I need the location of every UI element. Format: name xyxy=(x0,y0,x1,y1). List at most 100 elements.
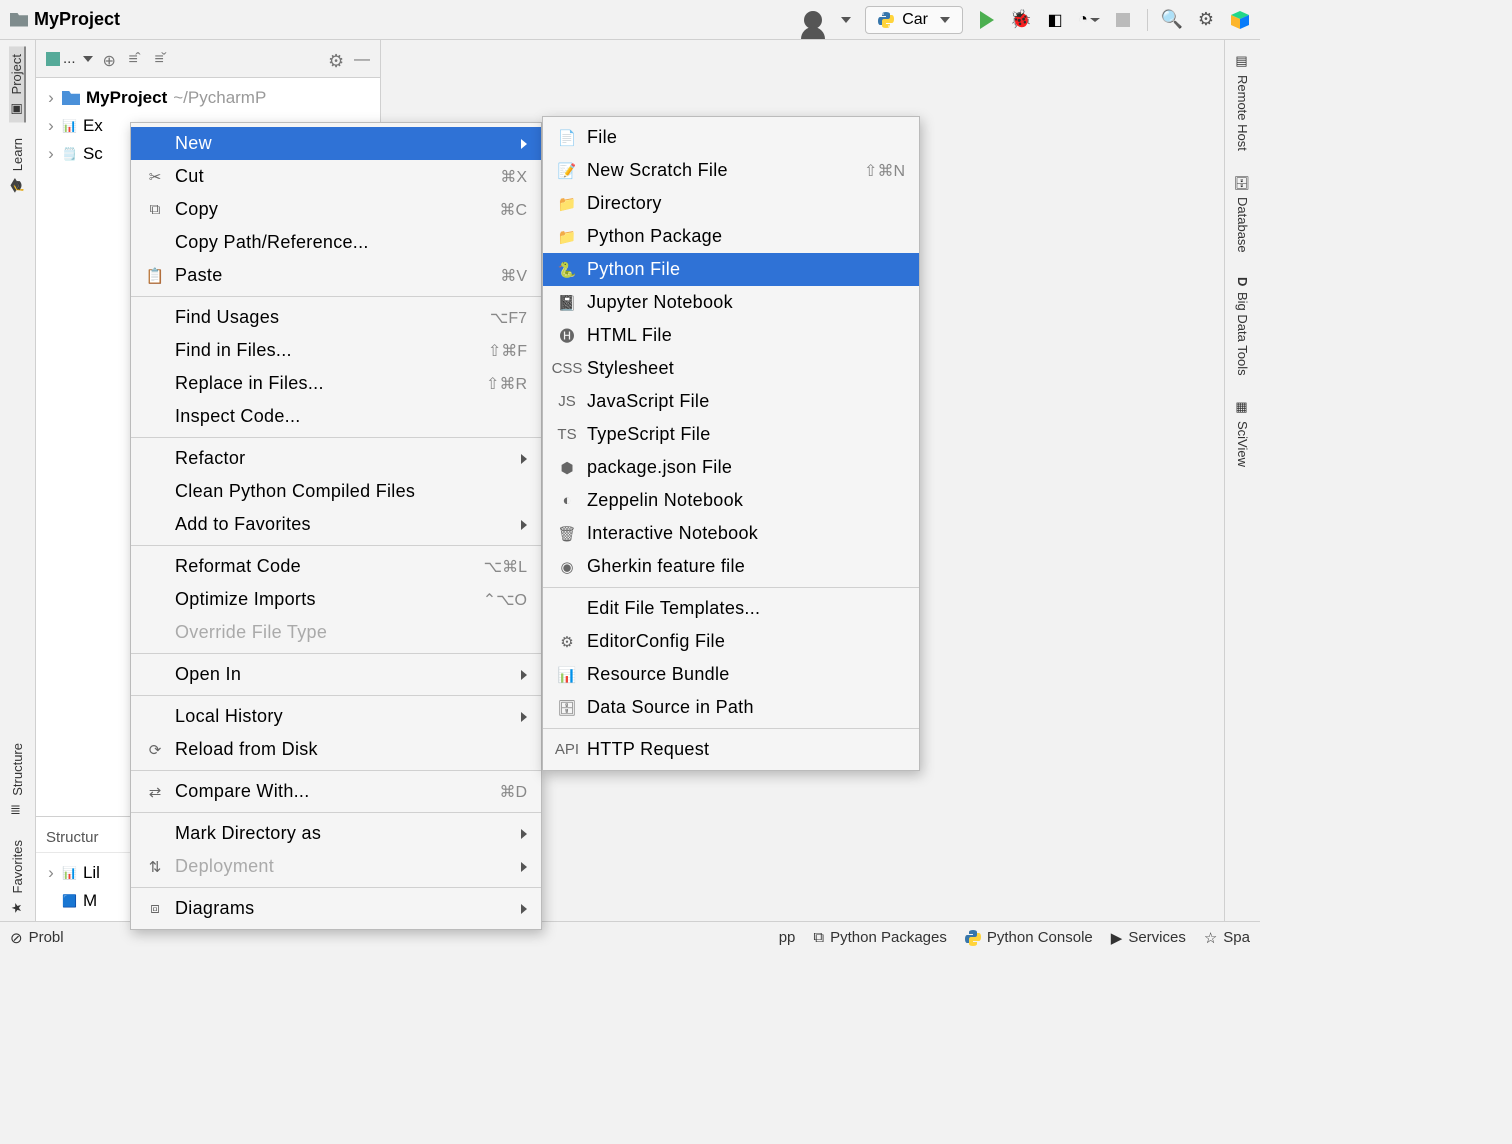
menu-item-refactor[interactable]: Refactor xyxy=(131,442,541,475)
tab-remote-host[interactable]: ▤Remote Host xyxy=(1235,46,1250,159)
run-button[interactable] xyxy=(977,10,997,30)
menu-item-optimize-imports[interactable]: Optimize Imports⌃⌥O xyxy=(131,583,541,616)
menu-item-zeppelin-notebook[interactable]: ◐Zeppelin Notebook xyxy=(543,484,919,517)
tab-sciview[interactable]: ▦SciView xyxy=(1235,392,1250,475)
run-config-name: Car xyxy=(902,11,928,29)
tab-favorites[interactable]: ★Favorites xyxy=(10,832,25,921)
menu-item-new-scratch-file[interactable]: 📝New Scratch File⇧⌘N xyxy=(543,154,919,187)
tab-learn[interactable]: 🎓Learn xyxy=(10,130,25,199)
menu-item-inspect-code[interactable]: Inspect Code... xyxy=(131,400,541,433)
breadcrumb[interactable]: MyProject xyxy=(10,9,120,30)
panel-gear-icon[interactable]: ⚙ xyxy=(328,51,344,67)
blank-icon xyxy=(145,449,165,469)
blank-icon xyxy=(145,134,165,154)
search-everywhere-button[interactable]: 🔍 xyxy=(1162,10,1182,30)
menu-item-resource-bundle[interactable]: 📊Resource Bundle xyxy=(543,658,919,691)
menu-item-python-file[interactable]: 🐍Python File xyxy=(543,253,919,286)
stop-button[interactable] xyxy=(1113,10,1133,30)
coverage-button[interactable]: ◧ xyxy=(1045,10,1065,30)
menu-item-edit-file-templates[interactable]: Edit File Templates... xyxy=(543,592,919,625)
menu-item-jupyter-notebook[interactable]: 📓Jupyter Notebook xyxy=(543,286,919,319)
collapse-all-icon[interactable]: ≡̌ xyxy=(155,51,171,67)
menu-separator xyxy=(543,728,919,729)
user-menu-caret[interactable] xyxy=(841,17,851,23)
db-icon: 🗄 xyxy=(557,698,577,718)
profile-button[interactable]: ◔ xyxy=(1079,10,1099,30)
menu-item-javascript-file[interactable]: JSJavaScript File xyxy=(543,385,919,418)
tab-structure[interactable]: ≣Structure xyxy=(10,735,25,824)
big-data-icon: D xyxy=(1235,277,1250,286)
run-config-selector[interactable]: Car xyxy=(865,6,963,34)
bundle-icon: 📊 xyxy=(557,665,577,685)
menu-item-clean-python-compiled-files[interactable]: Clean Python Compiled Files xyxy=(131,475,541,508)
menu-item-replace-in-files[interactable]: Replace in Files...⇧⌘R xyxy=(131,367,541,400)
status-spa[interactable]: ☆Spa xyxy=(1204,929,1250,947)
tab-big-data[interactable]: DBig Data Tools xyxy=(1235,269,1250,384)
menu-item-package-json-file[interactable]: ⬢package.json File xyxy=(543,451,919,484)
chevron-right-icon[interactable] xyxy=(46,863,56,883)
menu-item-compare-with[interactable]: ⇄Compare With...⌘D xyxy=(131,775,541,808)
project-view-mode[interactable]: ... xyxy=(46,50,93,67)
menu-item-reformat-code[interactable]: Reformat Code⌥⌘L xyxy=(131,550,541,583)
blank-icon xyxy=(145,407,165,427)
settings-button[interactable]: ⚙ xyxy=(1196,10,1216,30)
blank-icon xyxy=(145,233,165,253)
menu-item-label: Deployment xyxy=(175,856,511,877)
status-services[interactable]: ▶Services xyxy=(1111,929,1186,947)
menu-item-mark-directory-as[interactable]: Mark Directory as xyxy=(131,817,541,850)
tab-database[interactable]: 🗄Database xyxy=(1235,167,1250,261)
pkg-icon: 📁 xyxy=(557,227,577,247)
menu-item-new[interactable]: New xyxy=(131,127,541,160)
deploy-icon: ⇅ xyxy=(145,857,165,877)
top-toolbar: MyProject Car 🐞 ◧ ◔ 🔍 ⚙ xyxy=(0,0,1260,40)
status-problems[interactable]: ⊘Probl xyxy=(10,929,64,947)
menu-item-interactive-notebook[interactable]: 🗑Interactive Notebook xyxy=(543,517,919,550)
menu-item-cut[interactable]: ✂Cut⌘X xyxy=(131,160,541,193)
menu-item-copy[interactable]: ⧉Copy⌘C xyxy=(131,193,541,226)
menu-separator xyxy=(131,296,541,297)
target-icon[interactable]: ⊕ xyxy=(103,51,119,67)
menu-item-label: EditorConfig File xyxy=(587,631,905,652)
status-python-console[interactable]: Python Console xyxy=(965,929,1093,946)
hide-panel-icon[interactable]: — xyxy=(354,51,370,67)
menu-item-label: HTML File xyxy=(587,325,905,346)
menu-item-gherkin-feature-file[interactable]: ◉Gherkin feature file xyxy=(543,550,919,583)
tab-project[interactable]: ▣Project xyxy=(9,46,26,122)
menu-item-stylesheet[interactable]: CSSStylesheet xyxy=(543,352,919,385)
menu-item-editorconfig-file[interactable]: ⚙EditorConfig File xyxy=(543,625,919,658)
menu-item-label: Replace in Files... xyxy=(175,373,476,394)
status-python-packages[interactable]: ⧉Python Packages xyxy=(813,929,946,946)
menu-item-label: Local History xyxy=(175,706,511,727)
chevron-right-icon[interactable] xyxy=(46,116,56,136)
menu-item-local-history[interactable]: Local History xyxy=(131,700,541,733)
menu-separator xyxy=(131,437,541,438)
menu-item-find-usages[interactable]: Find Usages⌥F7 xyxy=(131,301,541,334)
menu-item-label: Edit File Templates... xyxy=(587,598,905,619)
menu-item-label: Override File Type xyxy=(175,622,527,643)
menu-item-directory[interactable]: 📁Directory xyxy=(543,187,919,220)
menu-item-python-package[interactable]: 📁Python Package xyxy=(543,220,919,253)
menu-item-file[interactable]: 📄File xyxy=(543,121,919,154)
menu-item-open-in[interactable]: Open In xyxy=(131,658,541,691)
menu-item-paste[interactable]: 📋Paste⌘V xyxy=(131,259,541,292)
chevron-right-icon[interactable] xyxy=(46,88,56,108)
menu-item-http-request[interactable]: APIHTTP Request xyxy=(543,733,919,766)
menu-item-typescript-file[interactable]: TSTypeScript File xyxy=(543,418,919,451)
menu-item-diagrams[interactable]: ⧈Diagrams xyxy=(131,892,541,925)
user-icon[interactable] xyxy=(803,10,823,30)
blank-icon xyxy=(145,515,165,535)
menu-item-copy-path-reference[interactable]: Copy Path/Reference... xyxy=(131,226,541,259)
blank-icon xyxy=(145,665,165,685)
menu-item-data-source-in-path[interactable]: 🗄Data Source in Path xyxy=(543,691,919,724)
menu-item-add-to-favorites[interactable]: Add to Favorites xyxy=(131,508,541,541)
expand-all-icon[interactable]: ≡̂ xyxy=(129,51,145,67)
chevron-right-icon[interactable] xyxy=(46,144,56,164)
menu-item-find-in-files[interactable]: Find in Files...⇧⌘F xyxy=(131,334,541,367)
status-pp[interactable]: pp xyxy=(779,929,796,946)
debug-button[interactable]: 🐞 xyxy=(1011,10,1031,30)
jetbrains-toolbox-icon[interactable] xyxy=(1230,10,1250,30)
menu-item-reload-from-disk[interactable]: ⟳Reload from Disk xyxy=(131,733,541,766)
pyfile-icon: 🐍 xyxy=(557,260,577,280)
menu-item-html-file[interactable]: 🅗HTML File xyxy=(543,319,919,352)
tree-root[interactable]: MyProject ~/PycharmP xyxy=(36,84,380,112)
